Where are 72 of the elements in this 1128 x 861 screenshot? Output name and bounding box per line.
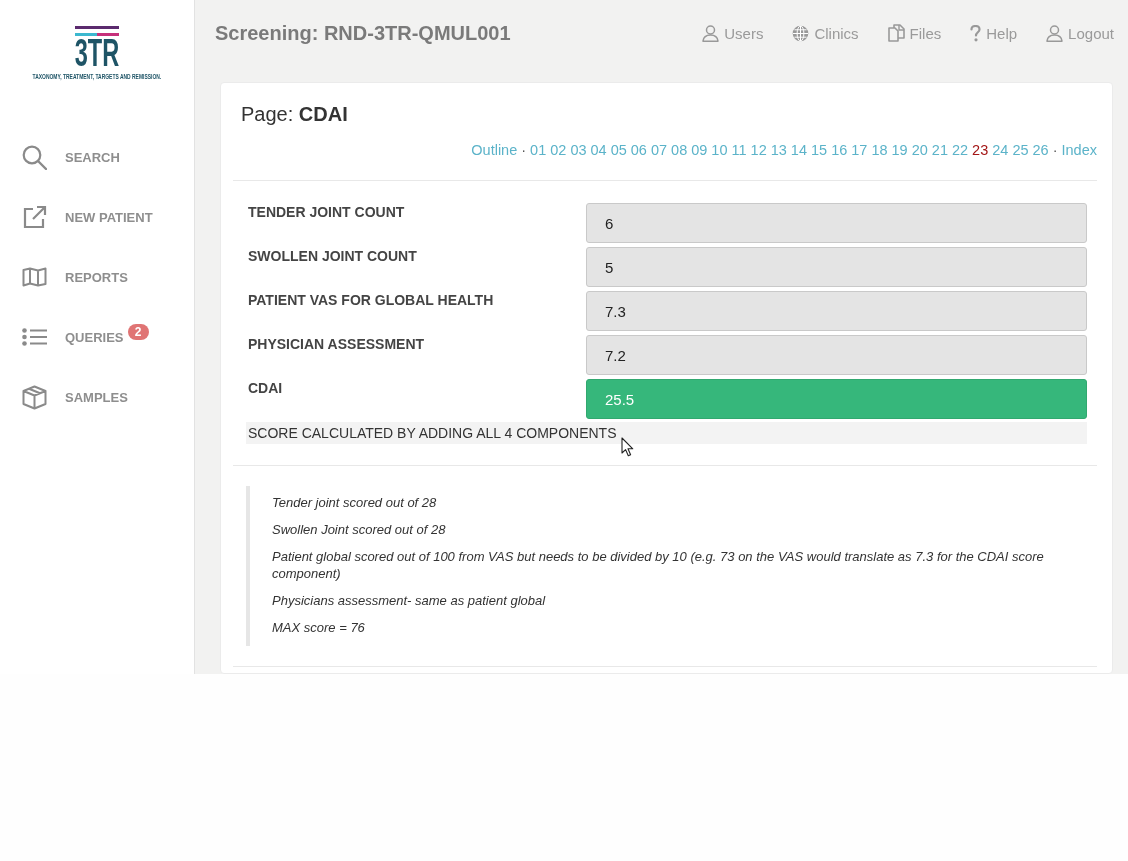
page-link[interactable]: 22 [951,140,969,160]
field-label: CDAI [247,379,284,398]
page-link[interactable]: 15 [811,140,828,160]
outline-link[interactable]: Outline [471,140,518,160]
external-link-icon [23,205,47,229]
sidebar-item[interactable]: NEW PATIENT [0,187,194,247]
input-field[interactable]: 6 [586,203,1087,243]
nav-link[interactable]: Users [702,24,764,42]
score-note: SCORE CALCULATED BY ADDING ALL 4 COMPONENTS [247,425,617,441]
note-text: Patient global scored out of 100 from VAS but needs to be divided by 10 (e.g. 73 on the VAS would translate as 7.3 for the CDAI score component) [272,548,1045,582]
field-label: PHYSICIAN ASSESSMENT [247,335,426,354]
page-link[interactable]: 21 [931,140,948,160]
note-text: MAX score = 76 [272,619,366,636]
list-icon [22,328,47,346]
page-link[interactable]: 25 [1012,140,1029,160]
box-icon [22,384,47,410]
page-link[interactable]: 06 [630,140,647,160]
input-field[interactable]: 5 [586,247,1087,287]
page-link[interactable]: 03 [570,140,587,160]
page-link[interactable]: 01 [530,140,547,160]
map-icon [22,267,47,287]
note-text: Physicians assessment- same as patient global [272,592,547,609]
user-icon [1046,24,1064,42]
separator-dot: · [1052,141,1058,160]
files-icon [887,24,905,42]
page-link[interactable]: 08 [671,140,688,160]
screening-title: Screening: RND-3TR-QMUL001 [215,21,511,45]
page-link[interactable]: 05 [610,140,627,160]
user-icon [702,24,720,42]
nav-link[interactable]: Help [970,24,1018,42]
sidebar-item[interactable]: SAMPLES [0,367,194,427]
page-heading: Page: CDAI [241,102,349,127]
result-field: 25.5 [586,379,1087,419]
search-icon [22,144,47,170]
sidebar-item[interactable]: SEARCH [0,127,194,187]
page-link[interactable]: 02 [550,140,567,160]
page-link[interactable]: 12 [750,140,767,160]
page-link[interactable]: 14 [790,140,807,160]
page-link[interactable]: 23 [972,140,989,160]
page-link[interactable]: 11 [731,140,747,160]
input-field[interactable]: 7.3 [586,291,1087,331]
logo-bars-drawing [75,26,119,36]
separator-dot: · [521,141,527,160]
nav-link[interactable]: Files [887,24,942,42]
page-link[interactable]: 04 [590,140,607,160]
sidebar-item[interactable]: QUERIES 2 [0,307,194,367]
page-link[interactable]: 18 [871,140,888,160]
sidebar-item[interactable]: REPORTS [0,247,194,307]
note-text: Swollen Joint scored out of 28 [272,521,447,538]
page-link[interactable]: 13 [770,140,787,160]
page-link[interactable]: 20 [911,140,928,160]
page-link[interactable]: 10 [711,140,728,160]
index-link[interactable]: Index [1061,140,1097,160]
count-badge: 2 [127,324,149,340]
page-link[interactable]: 16 [831,140,848,160]
field-label: SWOLLEN JOINT COUNT [247,247,418,266]
logo-mark: 3TR [74,36,120,71]
nav-link[interactable]: Clinics [792,24,859,42]
note-text: Tender joint scored out of 28 [272,494,438,511]
logo-tagline: TAXONOMY, TREATMENT, TARGETS AND REMISSION. [32,72,162,81]
globe-icon [792,24,810,42]
field-label: PATIENT VAS FOR GLOBAL HEALTH [247,291,495,310]
nav-link[interactable]: Logout [1046,24,1114,42]
question-mark-icon [970,24,982,42]
page-link[interactable]: 17 [851,140,868,160]
page-link[interactable]: 09 [691,140,708,160]
input-field[interactable]: 7.2 [586,335,1087,375]
field-label: TENDER JOINT COUNT [247,203,406,222]
page-link[interactable]: 26 [1032,140,1049,160]
page-link[interactable]: 07 [650,140,668,160]
page-link[interactable]: 19 [891,140,908,160]
page-link[interactable]: 24 [992,140,1009,160]
